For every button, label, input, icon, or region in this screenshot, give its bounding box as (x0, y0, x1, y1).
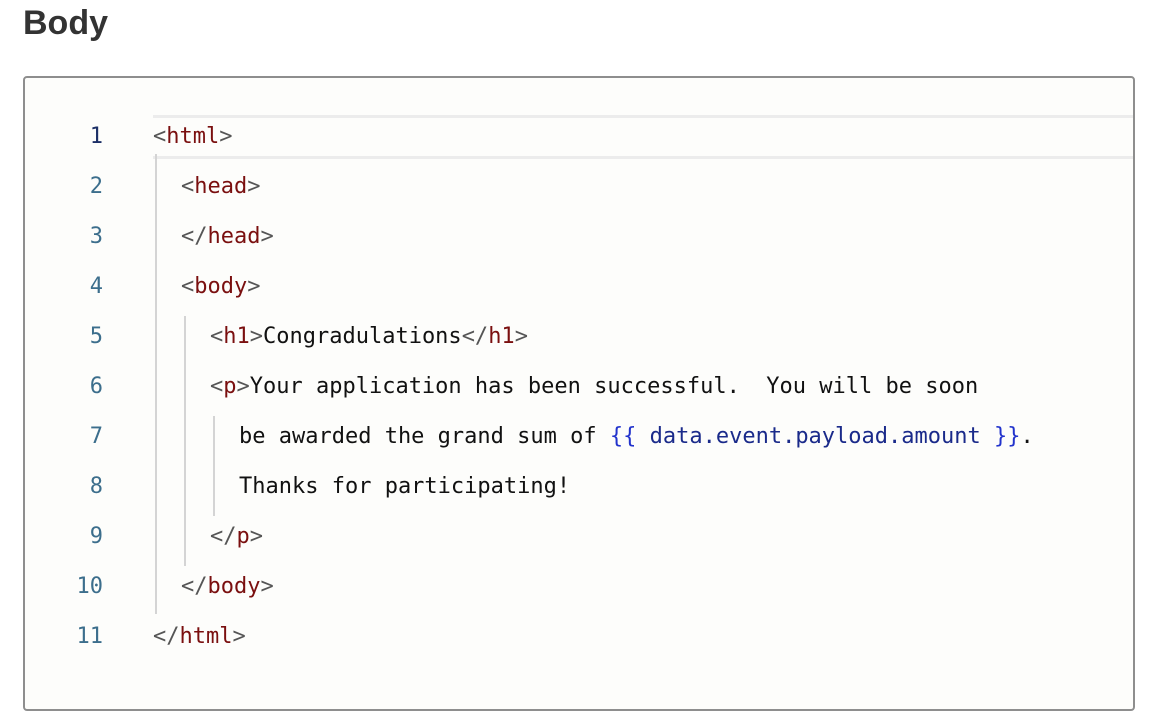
code-line[interactable]: </html> (153, 622, 246, 652)
code-token-bracket: > (219, 124, 233, 149)
line-number: 9 (89, 524, 103, 549)
code-token-bracket: > (247, 174, 261, 199)
line-number: 7 (89, 424, 103, 449)
indent-guide (213, 416, 215, 516)
code-token-tag: h1 (488, 324, 515, 349)
code-token-bracket: > (514, 324, 528, 349)
code-line[interactable]: <p>Your application has been successful.… (210, 372, 978, 402)
code-token-bracket: < (181, 174, 195, 199)
code-token-bracket: </ (210, 524, 237, 549)
line-number-gutter: 1 2 3 4 5 6 7 8 9 10 11 (25, 78, 115, 709)
code-token-bracket: </ (181, 574, 208, 599)
code-token-tag: p (223, 374, 237, 399)
line-number: 2 (89, 174, 103, 199)
code-token-bracket: > (260, 574, 274, 599)
code-line[interactable]: <head> (181, 172, 260, 202)
line-number: 4 (89, 274, 103, 299)
code-token-tag: body (194, 274, 248, 299)
code-token-tag: head (207, 224, 261, 249)
code-token-bracket: > (249, 324, 263, 349)
code-token-bracket: > (236, 374, 250, 399)
code-token-tag: html (179, 624, 233, 649)
code-token-tpl: {{ (609, 424, 637, 449)
line-number: 6 (89, 374, 103, 399)
line-number: 10 (76, 574, 104, 599)
code-token-bracket: < (210, 374, 224, 399)
code-token-bracket: < (153, 124, 167, 149)
line-number: 8 (89, 474, 103, 499)
code-line[interactable]: <h1>Congradulations</h1> (210, 322, 528, 352)
code-token-text: be awarded the grand sum of (239, 424, 610, 449)
code-line[interactable]: </head> (181, 222, 274, 252)
active-line-highlight (153, 115, 1133, 159)
code-token-bracket: < (181, 274, 195, 299)
code-token-text: . (1020, 424, 1034, 449)
code-token-text: Your application has been successful. Yo… (249, 374, 979, 399)
line-number: 11 (76, 624, 104, 649)
code-token-tpl: }} (994, 424, 1021, 449)
code-token-tpl-path: data.event.payload.amount (636, 424, 994, 449)
indent-guide (184, 316, 186, 566)
indent-guide (155, 154, 157, 614)
code-token-tag: body (207, 574, 261, 599)
code-token-tag: h1 (223, 324, 250, 349)
code-line[interactable]: <body> (181, 272, 260, 302)
line-number: 3 (89, 224, 103, 249)
code-token-bracket: > (249, 524, 263, 549)
code-token-bracket: > (232, 624, 246, 649)
section-title: Body (23, 4, 108, 42)
code-line[interactable]: </body> (181, 572, 274, 602)
code-token-tag: p (236, 524, 250, 549)
code-token-text: Congradulations (263, 324, 462, 349)
code-token-bracket: > (260, 224, 274, 249)
code-line[interactable]: be awarded the grand sum of {{ data.even… (239, 422, 1034, 452)
code-token-bracket: < (210, 324, 224, 349)
code-token-bracket: </ (181, 224, 208, 249)
code-token-tag: head (194, 174, 248, 199)
line-number: 5 (89, 324, 103, 349)
code-token-bracket: > (247, 274, 261, 299)
code-editor[interactable]: 1 2 3 4 5 6 7 8 9 10 11 <html> <head> </head> <body> <… (23, 76, 1135, 711)
code-token-tag: html (166, 124, 220, 149)
code-token-text: Thanks for participating! (239, 474, 571, 499)
code-token-bracket: </ (461, 324, 489, 349)
code-token-bracket: </ (153, 624, 180, 649)
code-line[interactable]: Thanks for participating! (239, 472, 570, 502)
code-line[interactable]: </p> (210, 522, 263, 552)
code-line[interactable]: <html> (153, 122, 232, 152)
line-number: 1 (89, 124, 103, 149)
